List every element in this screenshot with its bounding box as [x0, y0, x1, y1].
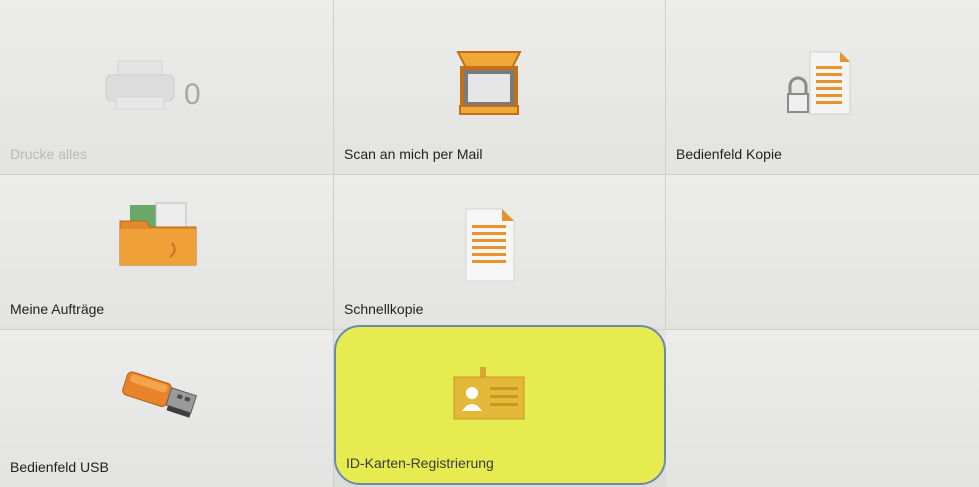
locked-document-icon	[786, 48, 856, 133]
usb-stick-icon	[116, 368, 206, 433]
tile-panel-usb-label: Bedienfeld USB	[10, 459, 109, 475]
tile-my-jobs[interactable]: Meine Aufträge	[0, 175, 334, 330]
empty-slot-row3	[666, 330, 979, 487]
scanner-icon	[452, 46, 526, 125]
tile-scan-to-me-label: Scan an mich per Mail	[344, 146, 483, 162]
tile-id-card-registration-label: ID-Karten-Registrierung	[346, 455, 494, 471]
tile-panel-copy-label: Bedienfeld Kopie	[676, 146, 782, 162]
printer-icon	[100, 55, 180, 120]
home-screen: 0 Drucke alles Scan an mich per Mail Bed…	[0, 0, 979, 487]
folder-icon	[116, 199, 200, 274]
document-icon	[460, 205, 520, 290]
id-card-icon	[450, 365, 530, 430]
print-count: 0	[184, 78, 201, 111]
empty-slot-row2	[666, 175, 979, 330]
tile-scan-to-me[interactable]: Scan an mich per Mail	[334, 0, 666, 175]
tile-panel-copy[interactable]: Bedienfeld Kopie	[666, 0, 979, 175]
tile-panel-usb[interactable]: Bedienfeld USB	[0, 330, 334, 487]
tile-id-card-registration[interactable]: ID-Karten-Registrierung	[334, 325, 666, 485]
tile-quick-copy-label: Schnellkopie	[344, 301, 424, 317]
tile-print-all-label: Drucke alles	[10, 146, 88, 162]
tile-print-all[interactable]: 0 Drucke alles	[0, 0, 334, 175]
tile-my-jobs-label: Meine Aufträge	[10, 301, 105, 317]
tile-quick-copy[interactable]: Schnellkopie	[334, 175, 666, 330]
